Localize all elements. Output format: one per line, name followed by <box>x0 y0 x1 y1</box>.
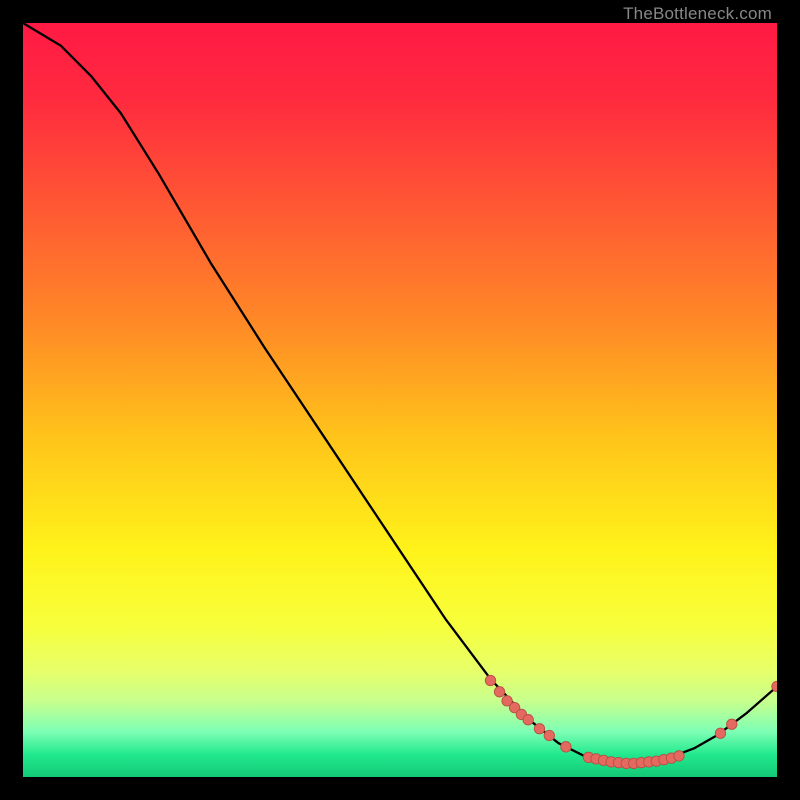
data-marker <box>523 714 533 724</box>
data-marker <box>534 724 544 734</box>
data-marker <box>715 728 725 738</box>
data-marker <box>727 719 737 729</box>
data-marker <box>544 730 554 740</box>
watermark-text: TheBottleneck.com <box>623 4 772 24</box>
chart-overlay <box>23 23 777 777</box>
plot-area <box>23 23 777 777</box>
marker-group <box>485 675 777 768</box>
stage: TheBottleneck.com <box>0 0 800 800</box>
data-marker <box>494 687 504 697</box>
data-marker <box>674 751 684 761</box>
data-marker <box>485 675 495 685</box>
value-curve <box>23 23 777 763</box>
data-marker <box>561 742 571 752</box>
